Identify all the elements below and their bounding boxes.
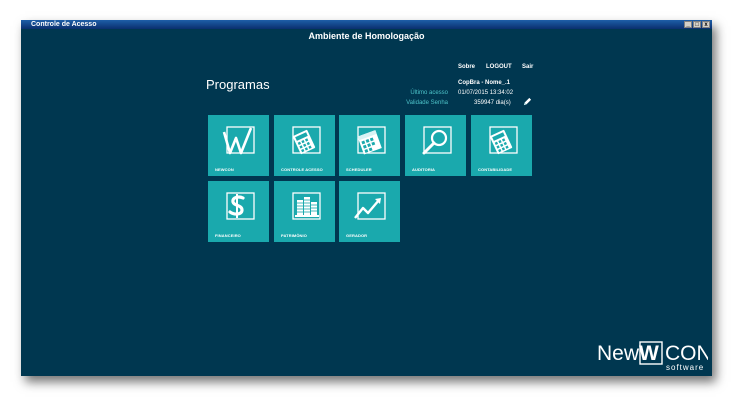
pencil-icon[interactable]: [523, 97, 532, 106]
last-access-value: 01/07/2015 13:34:02: [458, 90, 514, 96]
stack-icon: [292, 192, 321, 220]
program-tile-gerador[interactable]: GERADOR: [339, 181, 400, 242]
dollar-icon: [226, 192, 255, 220]
program-tile-patrimonio[interactable]: PATRIMÔNIO: [274, 181, 335, 242]
program-tile-scheduler[interactable]: SCHEDULER: [339, 115, 400, 176]
nav-sobre-link[interactable]: Sobre: [458, 64, 475, 70]
logo-text-con: CON: [665, 342, 708, 365]
last-access-label: Último acesso: [410, 90, 448, 96]
program-tile-label: PATRIMÔNIO: [281, 233, 307, 238]
nav-logout-link[interactable]: LOGOUT: [486, 64, 512, 70]
newcon-w-icon: [222, 126, 255, 155]
app-window: Controle de Acesso _ □ x Ambiente de Hom…: [21, 20, 712, 376]
window-title: Controle de Acesso: [31, 21, 97, 28]
program-tile-label: SCHEDULER: [346, 167, 372, 172]
logo-tagline: software: [666, 363, 704, 372]
user-name: CopBra - Nome_.1: [458, 80, 511, 86]
calculator-icon: [489, 126, 518, 155]
program-tile-financeiro[interactable]: FINANCEIRO: [208, 181, 269, 242]
program-tile-label: CONTABILIDADE: [478, 167, 513, 172]
program-tile-label: FINANCEIRO: [215, 233, 241, 238]
program-tile-contabilidade[interactable]: CONTABILIDADE: [471, 115, 532, 176]
title-bar: Controle de Acesso _ □ x: [21, 20, 712, 29]
program-tile-newcon[interactable]: NEWCON: [208, 115, 269, 176]
minimize-button[interactable]: _: [684, 21, 692, 28]
calendar-icon: [357, 126, 386, 155]
newcon-logo: New W CON software: [597, 341, 708, 372]
logo-text-w: W: [639, 342, 659, 365]
password-validity-value: 359947 dia(s): [474, 100, 511, 106]
program-tile-label: GERADOR: [346, 233, 368, 238]
magnifier-icon: [422, 126, 452, 155]
calculator-icon: [292, 126, 321, 155]
program-tile-label: NEWCON: [215, 167, 234, 172]
password-validity-label: Validade Senha: [406, 100, 448, 106]
maximize-button[interactable]: □: [693, 21, 701, 28]
page-title: Programas: [206, 77, 270, 92]
logo-text-new: New: [597, 342, 640, 365]
program-tile-controle-acesso[interactable]: CONTROLE ACESSO: [274, 115, 335, 176]
program-tile-label: AUDITORIA: [412, 167, 436, 172]
chart-line-icon: [354, 192, 386, 220]
program-tile-label: CONTROLE ACESSO: [281, 167, 323, 172]
close-button[interactable]: x: [702, 21, 710, 28]
program-tile-auditoria[interactable]: AUDITORIA: [405, 115, 466, 176]
environment-title: Ambiente de Homologação: [308, 31, 425, 41]
nav-sair-link[interactable]: Sair: [522, 64, 533, 70]
